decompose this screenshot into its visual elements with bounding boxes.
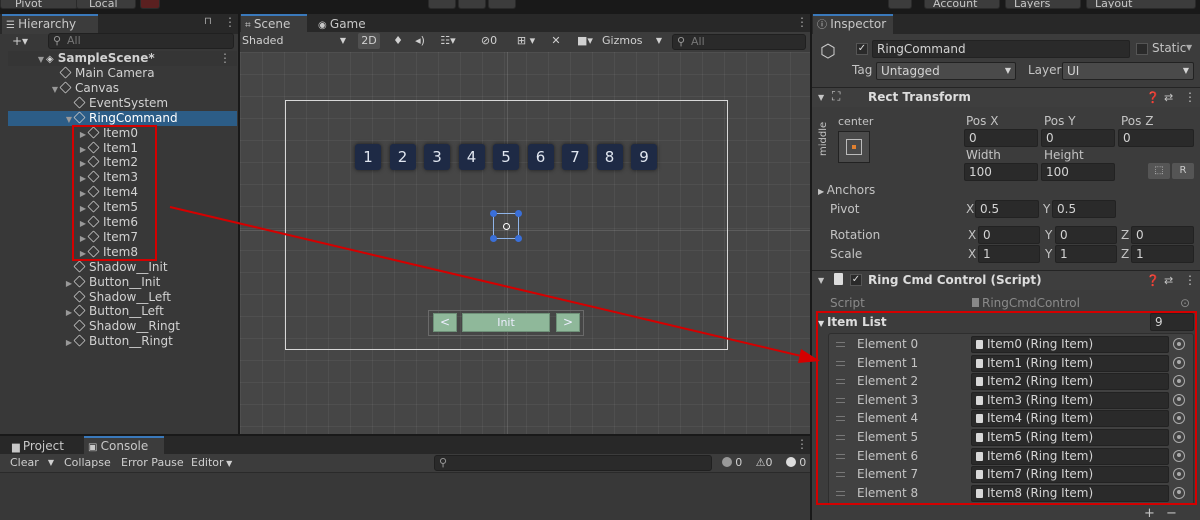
annotation-arrow <box>169 206 820 363</box>
annotation-arrow-head <box>798 349 820 363</box>
annotation-arrow-line <box>169 206 819 361</box>
